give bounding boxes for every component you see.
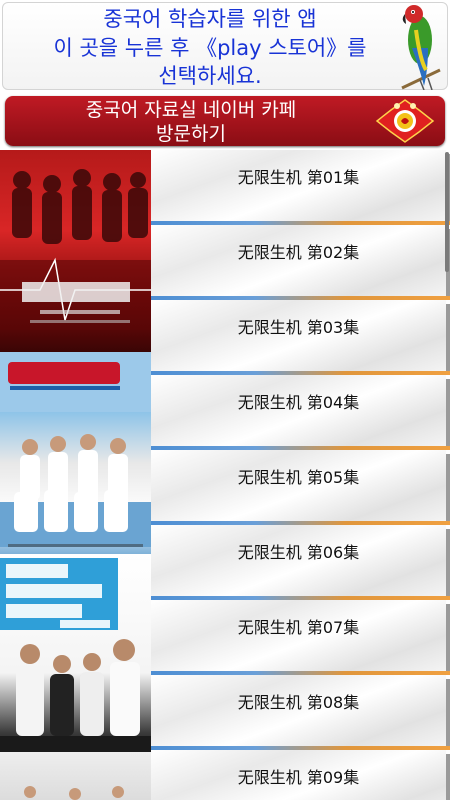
scrollbar[interactable]: [445, 152, 449, 272]
cafe-label-line-2: 방문하기: [156, 123, 226, 145]
list-item[interactable]: 无限生机 第02集: [151, 225, 450, 300]
episode-title: 无限生机 第02集: [237, 243, 360, 262]
list-item[interactable]: 无限生机 第01集: [151, 150, 450, 225]
list-item[interactable]: 无限生机 第06集: [151, 525, 450, 600]
banner-line-2: 이 곳을 누른 후 《play 스토어》를: [53, 36, 367, 60]
list-item[interactable]: 无限生机 第08集: [151, 675, 450, 750]
episode-items: 无限生机 第01集 无限生机 第02集 无限生机 第03集 无限生机 第04集 …: [151, 150, 450, 800]
list-item[interactable]: 无限生机 第07集: [151, 600, 450, 675]
episode-title: 无限生机 第07集: [237, 618, 360, 637]
list-item[interactable]: 无限生机 第09集: [151, 750, 450, 800]
episode-title: 无限生机 第03集: [237, 318, 360, 337]
poster-column: [0, 150, 151, 800]
parrot-icon: [401, 5, 441, 90]
app-promo-banner[interactable]: 중국어 학습자를 위한 앱 이 곳을 누른 후 《play 스토어》를 선택하세…: [0, 0, 450, 92]
list-item[interactable]: 无限生机 第04集: [151, 375, 450, 450]
episode-title: 无限生机 第08集: [237, 693, 360, 712]
naver-cafe-button[interactable]: 중국어 자료실 네이버 카페 방문하기: [5, 96, 445, 146]
episode-title: 无限生机 第05集: [237, 468, 360, 487]
lucky-knot-icon: [375, 99, 435, 143]
drama-poster-er: [0, 352, 151, 554]
drama-poster-red: [0, 150, 151, 352]
episode-title: 无限生机 第01集: [237, 168, 360, 187]
drama-poster-distance-of-love: [0, 554, 151, 752]
banner-line-3: 선택하세요.: [158, 64, 262, 88]
banner-line-1: 중국어 학습자를 위한 앱: [103, 7, 317, 31]
cafe-label-line-1: 중국어 자료실 네이버 카페: [85, 99, 297, 121]
list-item[interactable]: 无限生机 第05集: [151, 450, 450, 525]
episode-title: 无限生机 第09集: [237, 768, 360, 787]
episode-title: 无限生机 第04集: [237, 393, 360, 412]
drama-poster: [0, 752, 151, 800]
list-item[interactable]: 无限生机 第03集: [151, 300, 450, 375]
episode-title: 无限生机 第06集: [237, 543, 360, 562]
episode-list[interactable]: 无限生机 第01集 无限生机 第02集 无限生机 第03集 无限生机 第04集 …: [0, 150, 450, 800]
